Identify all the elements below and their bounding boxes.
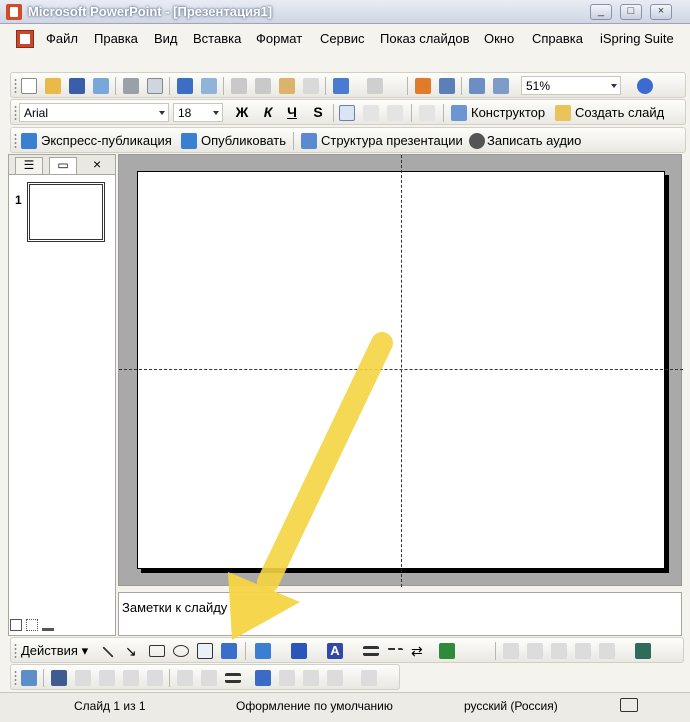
yellow-arrow-overlay	[228, 332, 393, 640]
arrow-shaft	[257, 332, 393, 593]
